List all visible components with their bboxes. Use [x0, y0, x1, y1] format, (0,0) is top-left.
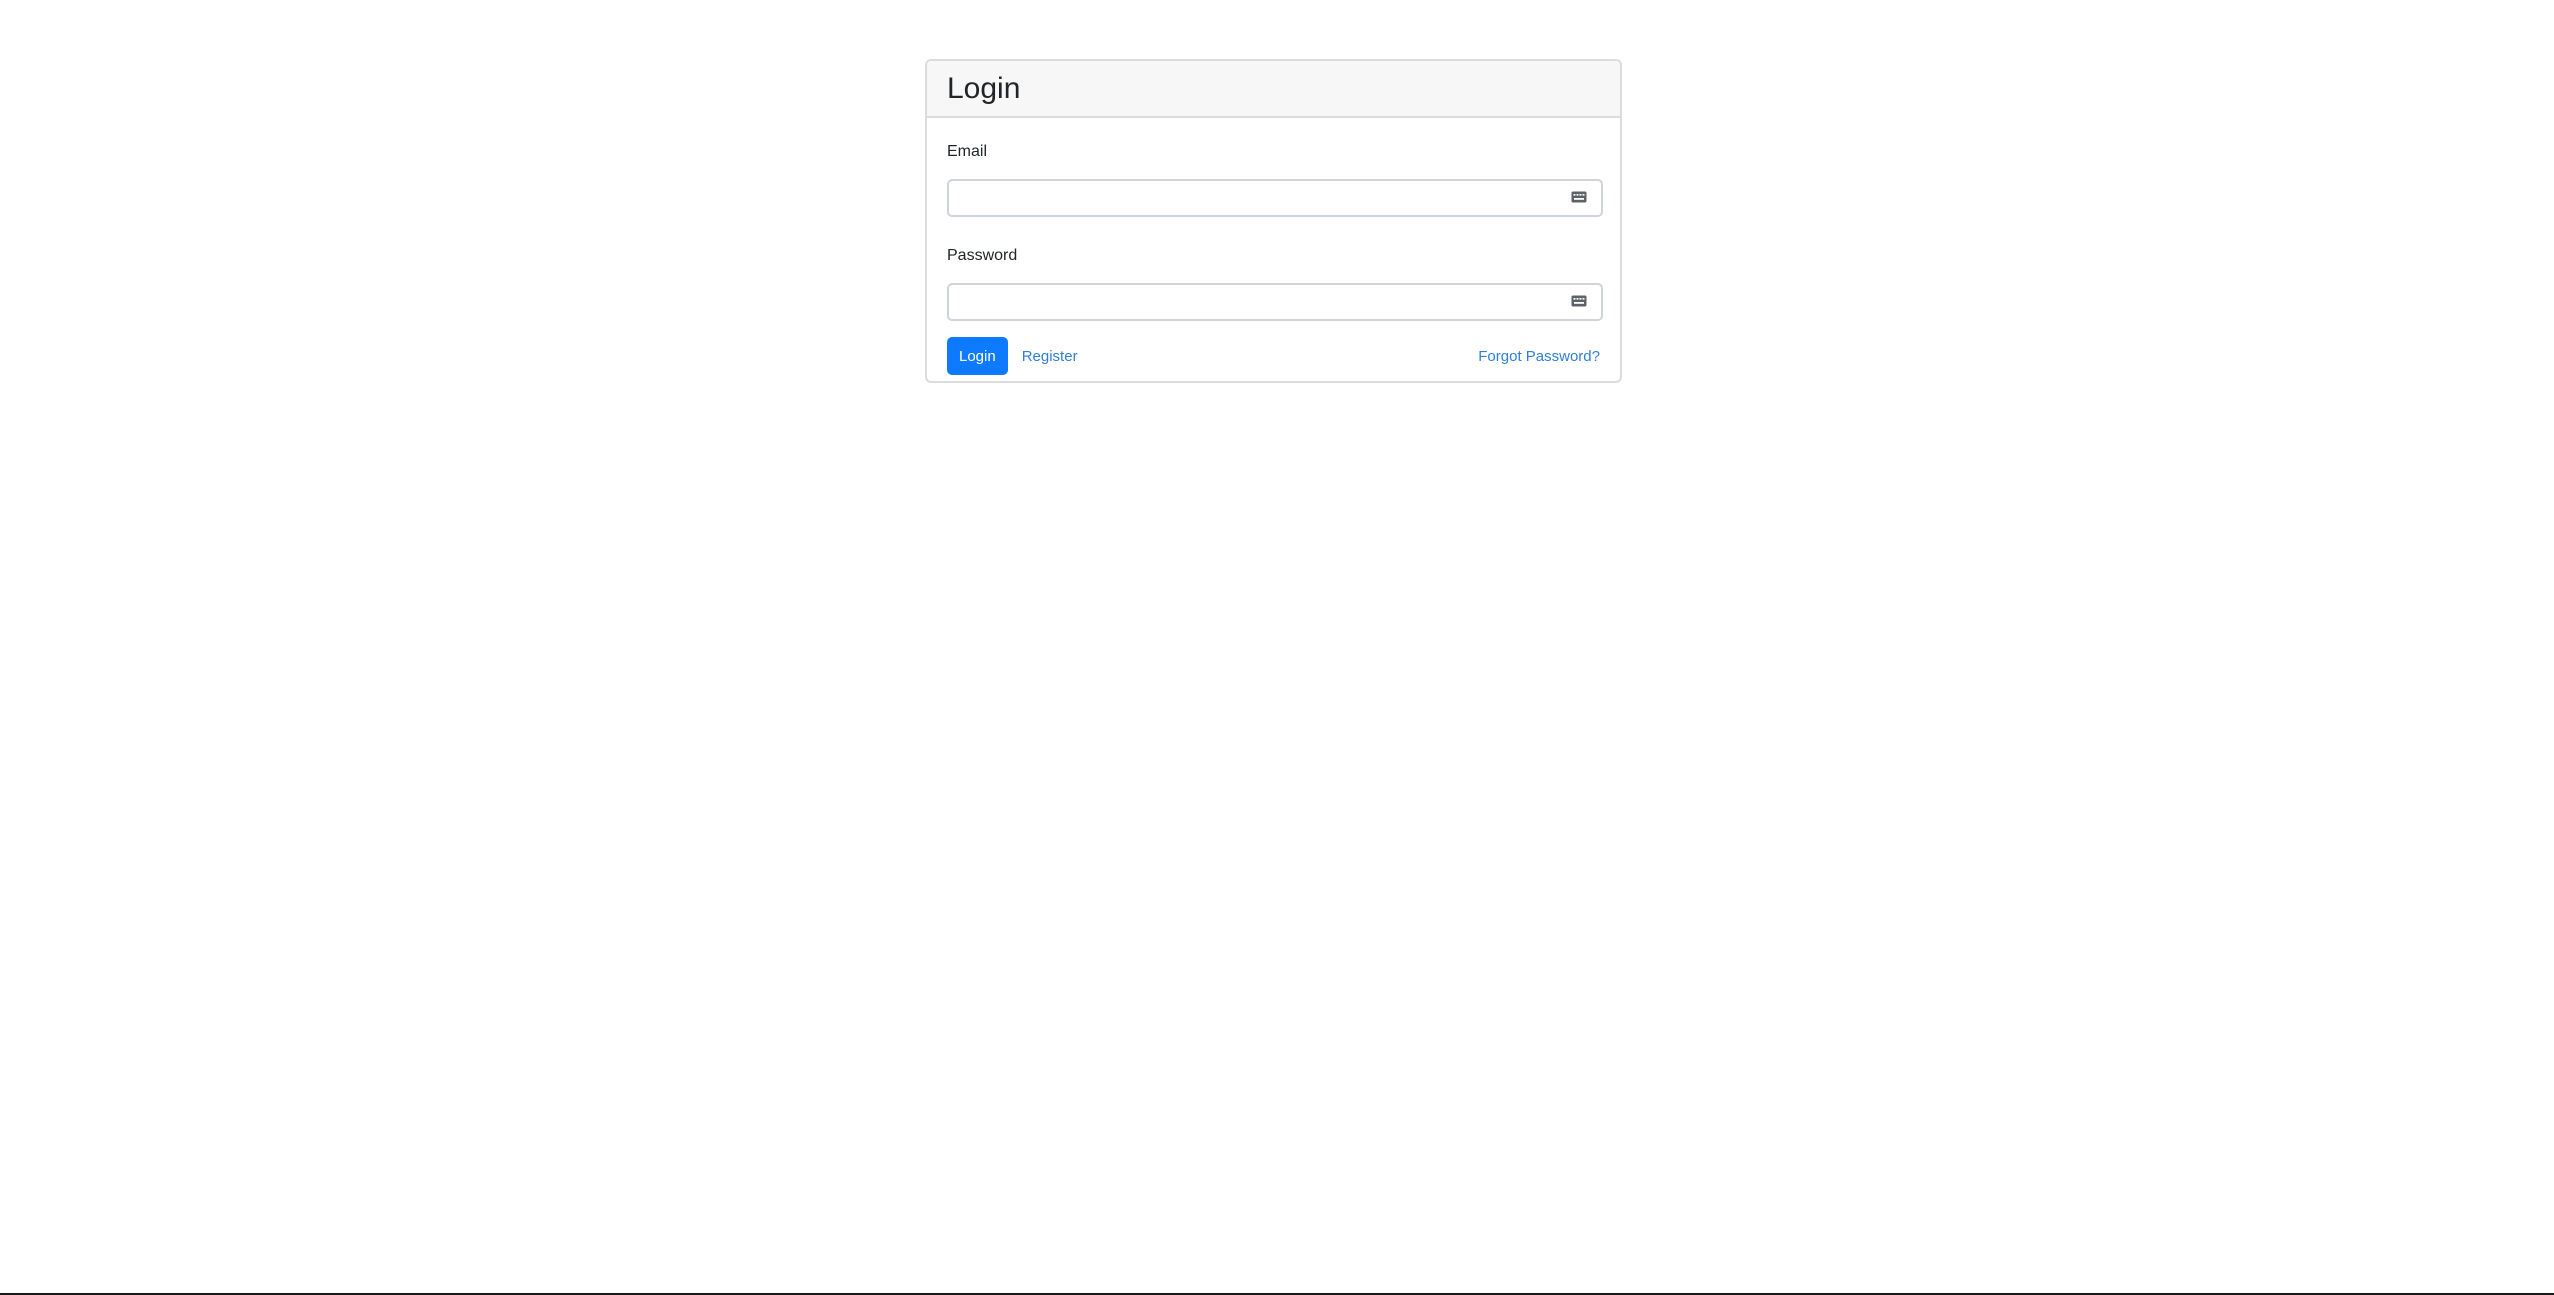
email-field[interactable] — [947, 179, 1603, 217]
password-input-wrapper — [947, 283, 1603, 321]
register-link[interactable]: Register — [1022, 348, 1078, 365]
card-title: Login — [947, 71, 1021, 105]
email-label: Email — [947, 143, 988, 160]
password-field[interactable] — [947, 283, 1603, 321]
login-card: Login Email Password Login Register Forg… — [925, 59, 1622, 383]
email-input-wrapper — [947, 179, 1603, 217]
login-card-header: Login — [927, 61, 1620, 118]
form-actions: Login Register Forgot Password? — [947, 337, 1600, 375]
password-manager-key-icon[interactable] — [1571, 190, 1587, 204]
password-group: Password — [947, 245, 1603, 321]
login-button[interactable]: Login — [947, 337, 1008, 375]
forgot-password-link[interactable]: Forgot Password? — [1478, 348, 1600, 365]
login-form: Email Password Login Register Forgot Pas… — [927, 118, 1620, 375]
page: Login Email Password Login Register Forg… — [0, 0, 2554, 1295]
password-manager-key-icon[interactable] — [1571, 294, 1587, 308]
password-label: Password — [947, 247, 1018, 264]
email-group: Email — [947, 141, 1603, 217]
